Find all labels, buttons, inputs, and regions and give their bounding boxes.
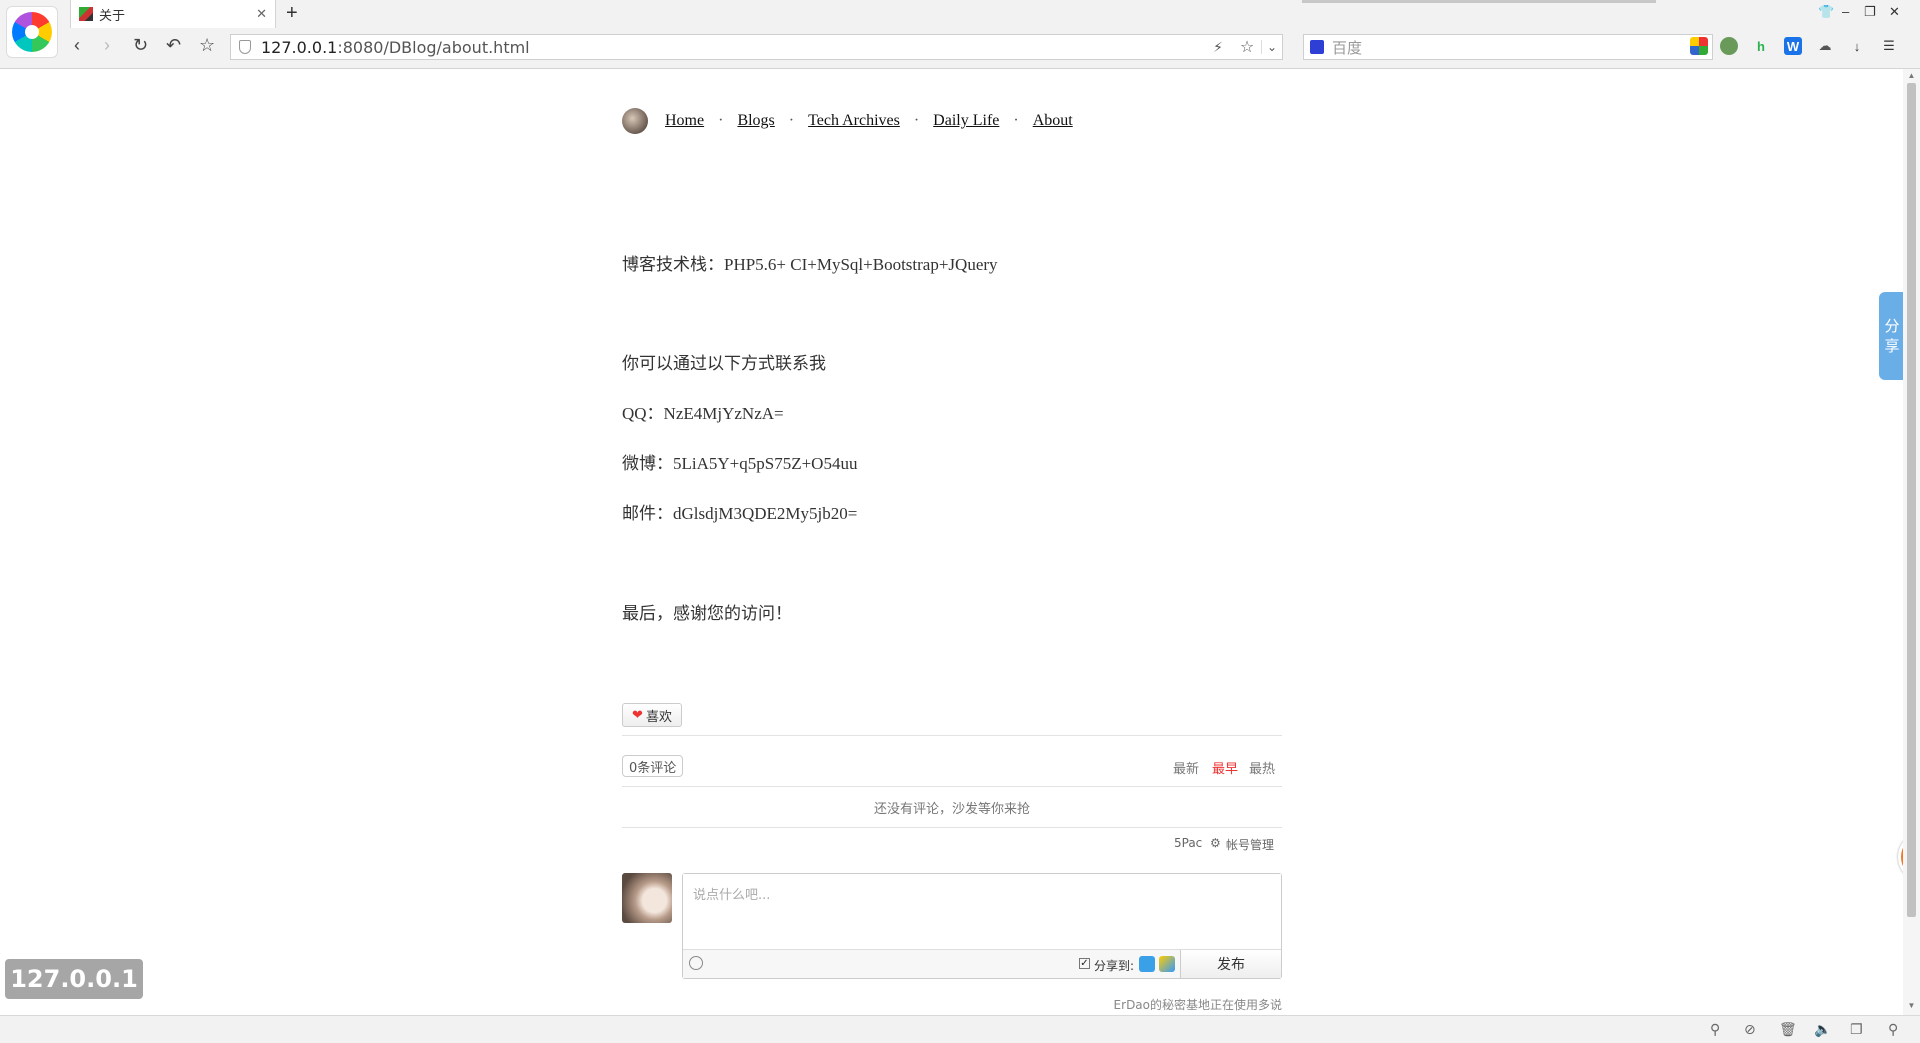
search-suggestion-strip [1302,0,1656,3]
sort-hottest[interactable]: 最热 [1249,758,1275,777]
window-icon[interactable]: ❐ [1850,1021,1863,1038]
divider [622,735,1282,736]
no-image-icon[interactable]: ⊘ [1744,1021,1756,1038]
nav-about[interactable]: About [1033,112,1073,130]
side-share-char: 享 [1884,337,1900,355]
url-dropdown-icon[interactable]: ⌄ [1261,40,1282,54]
sort-newest[interactable]: 最新 [1173,758,1199,777]
share-to-label: 分享到: [1094,959,1135,973]
status-bar: ⚲ ⊘ 🗑 🔈 ❐ ⚲ [0,1015,1920,1043]
nav-separator: · [1013,112,1019,129]
closing-text: 最后，感谢您的访问！ [622,604,792,623]
url-host: 127.0.0.1 [261,37,338,57]
nav-separator: · [788,112,795,129]
tab-about[interactable]: 关于 ✕ [70,0,276,28]
gear-icon[interactable]: ⚙ [1210,836,1221,850]
skin-icon[interactable]: 👕 [1818,4,1834,20]
qq-weibo-share-icon[interactable] [1139,956,1155,972]
browser-chrome: 关于 ✕ + 👕 – ❐ ✕ ‹ › ↻ ↶ ☆ 127.0.0.1:8080/… [0,0,1920,69]
h-extension-icon[interactable]: h [1752,37,1770,55]
app-grid-icon[interactable] [1690,37,1708,55]
heart-icon: ❤ [632,707,643,723]
download-icon[interactable]: ↓ [1848,37,1866,55]
scroll-down-icon[interactable]: ▼ [1903,1001,1920,1010]
share-checkbox[interactable]: ✓ [1079,958,1090,969]
address-bar[interactable]: 127.0.0.1:8080/DBlog/about.html ⚡ ☆ ⌄ [230,34,1283,60]
divider [622,827,1282,828]
url-path: :8080/DBlog/about.html [337,37,530,57]
new-tab-icon[interactable]: + [286,2,298,25]
tab-title: 关于 [99,8,126,24]
empty-comments-text: 还没有评论，沙发等你来抢 [873,802,1030,817]
site-nav: Home · Blogs · Tech Archives · Daily Lif… [622,108,1073,134]
divider [622,786,1282,787]
search-placeholder: 百度 [1332,38,1363,57]
comment-toolbar: ✓ 分享到: 发布 [683,949,1281,978]
scroll-up-icon[interactable]: ▲ [1903,71,1920,80]
scrollbar-thumb[interactable] [1907,83,1916,917]
side-share-tab[interactable]: 分 享 [1879,292,1905,380]
email-contact: 邮件：dGlsdjM3QDE2My5jb20= [622,504,858,523]
nav-blogs[interactable]: Blogs [737,112,774,130]
extension-icon[interactable] [1720,37,1738,55]
comment-count-badge[interactable]: 0条评论 [622,755,684,777]
undo-icon[interactable]: ↶ [166,35,181,55]
powered-by-text[interactable]: ErDao的秘密基地正在使用多说 [1080,996,1282,1013]
speed-mode-icon[interactable]: ⚡ [1203,39,1233,56]
username-link[interactable]: 5Pac [1174,836,1202,850]
close-window-icon[interactable]: ✕ [1889,4,1900,20]
emoji-icon[interactable] [689,956,703,970]
search-box[interactable]: 百度 ⚲ [1303,34,1713,60]
minimize-icon[interactable]: – [1842,4,1849,19]
weibo-contact: 微博：5LiA5Y+q5pS75Z+O54uu [622,454,858,473]
cloud-icon[interactable]: ☁ [1816,37,1834,55]
nav-separator: · [913,112,920,129]
user-avatar[interactable] [622,873,672,923]
url-text[interactable]: 127.0.0.1:8080/DBlog/about.html [261,38,1203,57]
nav-daily-life[interactable]: Daily Life [933,112,999,130]
trash-icon[interactable]: 🗑 [1779,1021,1797,1038]
tech-stack-text: 博客技术栈：PHP5.6+ CI+MySql+Bootstrap+JQuery [622,255,998,274]
like-label: 喜欢 [645,709,672,725]
back-icon[interactable]: ‹ [74,35,80,55]
menu-icon[interactable]: ☰ [1880,37,1898,55]
browser-logo-icon[interactable] [6,6,58,58]
volume-icon[interactable]: 🔈 [1814,1021,1831,1038]
like-button[interactable]: ❤ 喜欢 [622,703,682,727]
nav-separator: · [718,112,724,129]
w-extension-icon[interactable]: W [1784,37,1802,55]
qq-contact: QQ：NzE4MjYzNzA= [622,404,784,423]
favorite-star-icon[interactable]: ☆ [1233,37,1261,57]
contact-intro-text: 你可以通过以下方式联系我 [622,354,826,373]
nav-home[interactable]: Home [665,112,704,130]
reload-icon[interactable]: ↻ [133,35,148,55]
side-share-char: 分 [1884,317,1900,335]
host-badge: 127.0.0.1 [5,959,143,999]
comment-input[interactable] [683,874,1281,948]
vertical-scrollbar[interactable]: ▲ ▼ [1903,69,1920,1015]
nav-tech-archives[interactable]: Tech Archives [808,112,900,130]
forward-icon[interactable]: › [104,35,110,55]
publish-button[interactable]: 发布 [1180,950,1281,978]
sort-oldest[interactable]: 最早 [1212,758,1238,777]
site-security-icon[interactable] [239,40,251,54]
pin-icon[interactable]: ⚲ [1710,1021,1720,1038]
account-manage-link[interactable]: 帐号管理 [1226,836,1274,853]
qzone-share-icon[interactable] [1159,956,1175,972]
site-avatar[interactable] [622,108,648,134]
close-tab-icon[interactable]: ✕ [256,6,267,22]
comment-editor: ✓ 分享到: 发布 [682,873,1282,979]
tab-favicon-icon [79,7,93,21]
zoom-icon[interactable]: ⚲ [1888,1021,1898,1038]
bookmark-icon[interactable]: ☆ [199,35,215,55]
restore-icon[interactable]: ❐ [1864,4,1876,20]
baidu-engine-icon[interactable] [1310,40,1324,54]
